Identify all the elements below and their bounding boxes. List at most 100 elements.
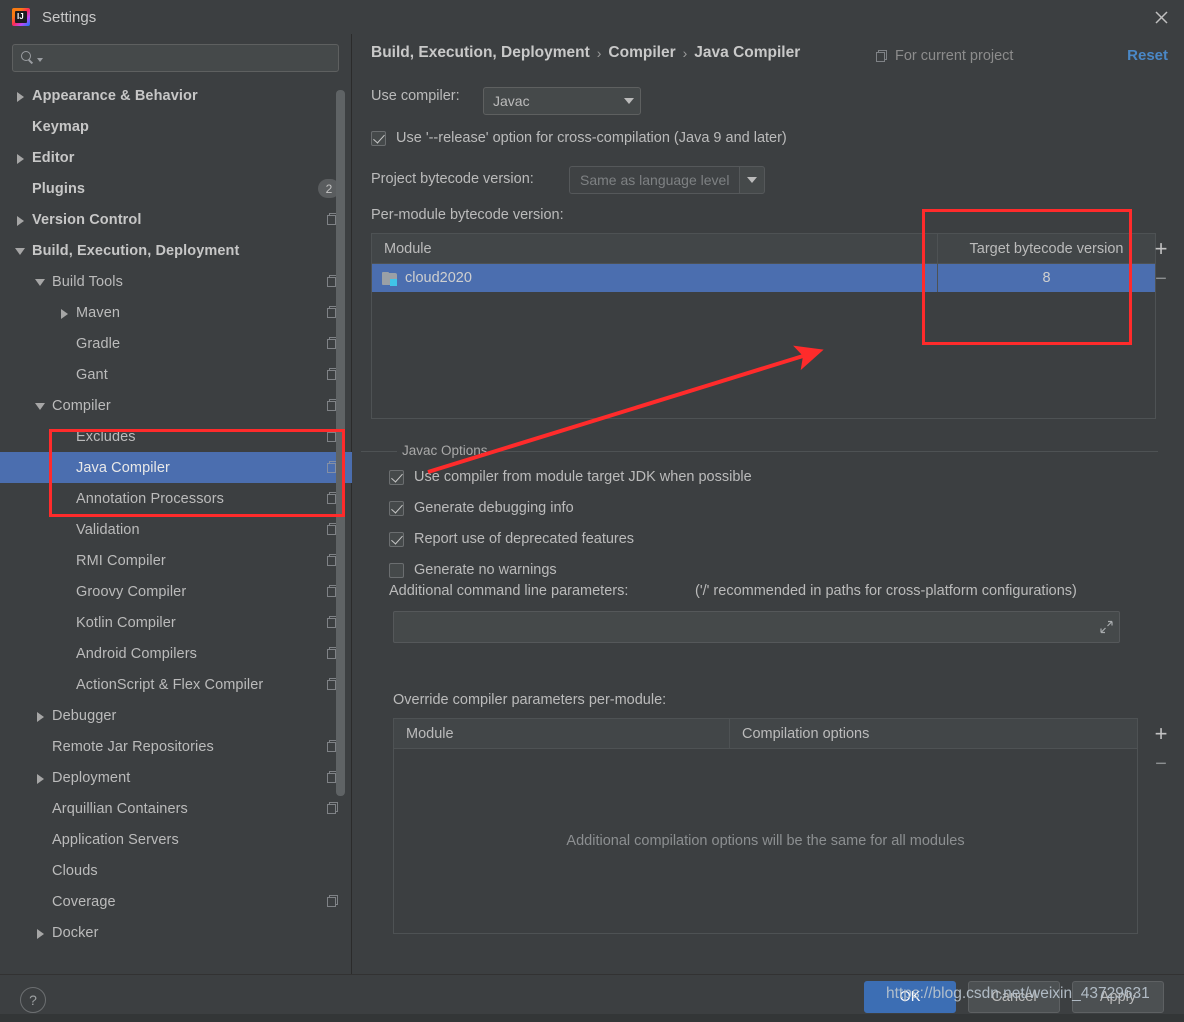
override-table-buttons: + −	[1143, 719, 1179, 779]
per-module-bytecode-table[interactable]: Module Target bytecode version cloud2020…	[371, 233, 1156, 419]
chevron-right-icon[interactable]	[14, 213, 28, 227]
help-button[interactable]: ?	[20, 987, 46, 1013]
sidebar-item-groovy-compiler[interactable]: Groovy Compiler	[0, 576, 352, 607]
table-row[interactable]: cloud2020 8	[372, 264, 1155, 292]
additional-params-label: Additional command line parameters:	[389, 583, 629, 599]
sidebar-item-appearance-behavior[interactable]: Appearance & Behavior	[0, 80, 352, 111]
override-params-table[interactable]: Module Compilation options Additional co…	[393, 718, 1138, 934]
sidebar-item-compiler[interactable]: Compiler	[0, 390, 352, 421]
sidebar-item-application-servers[interactable]: Application Servers	[0, 824, 352, 855]
sidebar-item-label: Build Tools	[52, 273, 123, 290]
sidebar-item-keymap[interactable]: Keymap	[0, 111, 352, 142]
chevron-down-icon[interactable]	[37, 58, 43, 62]
search-input[interactable]	[47, 50, 330, 66]
sidebar-item-kotlin-compiler[interactable]: Kotlin Compiler	[0, 607, 352, 638]
chevron-right-icon[interactable]	[14, 151, 28, 165]
sidebar-item-label: Compiler	[52, 397, 111, 414]
remove-override-button[interactable]: −	[1143, 749, 1179, 779]
sidebar-item-editor[interactable]: Editor	[0, 142, 352, 173]
sidebar-item-version-control[interactable]: Version Control	[0, 204, 352, 235]
sidebar-item-arquillian-containers[interactable]: Arquillian Containers	[0, 793, 352, 824]
sidebar-item-label: Keymap	[32, 118, 90, 135]
javac-option-checkbox-1[interactable]	[389, 500, 404, 516]
breadcrumb-item-1[interactable]: Compiler	[608, 44, 675, 62]
add-override-button[interactable]: +	[1143, 719, 1179, 749]
override-params-label: Override compiler parameters per-module:	[393, 692, 667, 708]
sidebar-item-label: Editor	[32, 149, 75, 166]
sidebar-item-gant[interactable]: Gant	[0, 359, 352, 390]
chevron-right-icon[interactable]	[34, 771, 48, 785]
reset-link[interactable]: Reset	[1127, 47, 1168, 64]
expand-icon[interactable]	[1100, 620, 1113, 634]
javac-option-checkbox-3[interactable]	[389, 562, 404, 578]
copy-icon	[876, 49, 889, 63]
project-bytecode-dropdown[interactable]: Same as language level	[569, 166, 775, 194]
apply-button[interactable]: Apply	[1072, 981, 1164, 1013]
sidebar-item-validation[interactable]: Validation	[0, 514, 352, 545]
sidebar-item-clouds[interactable]: Clouds	[0, 855, 352, 886]
sidebar-item-docker[interactable]: Docker	[0, 917, 352, 948]
release-option-checkbox[interactable]	[371, 130, 386, 146]
sidebar-item-maven[interactable]: Maven	[0, 297, 352, 328]
cell-module-name: cloud2020	[405, 270, 472, 286]
sidebar-item-build-execution-deployment[interactable]: Build, Execution, Deployment	[0, 235, 352, 266]
settings-tree[interactable]: Appearance & Behavior Keymap Editor Plugins…	[0, 80, 352, 974]
close-icon[interactable]	[1138, 0, 1184, 34]
chevron-right-icon[interactable]	[34, 926, 48, 940]
sidebar-item-gradle[interactable]: Gradle	[0, 328, 352, 359]
column-header-module[interactable]: Module	[372, 234, 937, 263]
sidebar-item-plugins[interactable]: Plugins 2	[0, 173, 352, 204]
chevron-down-icon[interactable]	[34, 399, 48, 413]
javac-option-checkbox-0[interactable]	[389, 469, 404, 485]
sidebar-item-excludes[interactable]: Excludes	[0, 421, 352, 452]
use-compiler-row: Use compiler:	[371, 88, 460, 104]
group-divider-right	[493, 451, 1158, 452]
chevron-down-icon[interactable]	[34, 275, 48, 289]
javac-option-row-1[interactable]: Generate debugging info	[389, 500, 574, 516]
use-compiler-value: Javac	[493, 93, 530, 109]
search-field[interactable]	[12, 44, 339, 72]
release-option-checkbox-row[interactable]: Use '--release' option for cross-compila…	[371, 130, 787, 146]
module-table-buttons: + −	[1143, 234, 1179, 294]
sidebar-scrollbar-thumb[interactable]	[336, 90, 345, 796]
chevron-right-icon[interactable]	[14, 89, 28, 103]
desktop-strip	[0, 1014, 1184, 1022]
ok-button[interactable]: OK	[864, 981, 956, 1013]
javac-option-row-0[interactable]: Use compiler from module target JDK when…	[389, 469, 752, 485]
sidebar-item-android-compilers[interactable]: Android Compilers	[0, 638, 352, 669]
column-header-target-bytecode[interactable]: Target bytecode version	[938, 234, 1155, 263]
chevron-right-icon[interactable]	[58, 306, 72, 320]
sidebar-item-java-compiler[interactable]: Java Compiler	[0, 452, 352, 483]
chevron-down-icon[interactable]	[14, 244, 28, 258]
chevron-right-icon[interactable]	[34, 709, 48, 723]
sidebar-item-rmi-compiler[interactable]: RMI Compiler	[0, 545, 352, 576]
sidebar-item-debugger[interactable]: Debugger	[0, 700, 352, 731]
sidebar-item-deployment[interactable]: Deployment	[0, 762, 352, 793]
cancel-button[interactable]: Cancel	[968, 981, 1060, 1013]
sidebar-item-coverage[interactable]: Coverage	[0, 886, 352, 917]
javac-option-checkbox-2[interactable]	[389, 531, 404, 547]
breadcrumb-item-0[interactable]: Build, Execution, Deployment	[371, 44, 590, 62]
remove-module-button[interactable]: −	[1143, 264, 1179, 294]
sidebar-item-remote-jar-repositories[interactable]: Remote Jar Repositories	[0, 731, 352, 762]
cell-target-bytecode[interactable]: 8	[938, 264, 1155, 292]
sidebar-scrollbar-track[interactable]	[336, 90, 345, 830]
use-compiler-dropdown[interactable]: Javac	[483, 87, 641, 115]
javac-option-row-3[interactable]: Generate no warnings	[389, 562, 557, 578]
additional-params-hint-row: ('/' recommended in paths for cross-plat…	[695, 583, 1077, 599]
sidebar-item-actionscript-flex-compiler[interactable]: ActionScript & Flex Compiler	[0, 669, 352, 700]
javac-option-row-2[interactable]: Report use of deprecated features	[389, 531, 634, 547]
sidebar-item-build-tools[interactable]: Build Tools	[0, 266, 352, 297]
use-compiler-label: Use compiler:	[371, 88, 460, 104]
additional-params-input[interactable]	[393, 611, 1120, 643]
column-header-module[interactable]: Module	[394, 719, 729, 748]
column-header-compilation-options[interactable]: Compilation options	[730, 719, 1137, 748]
add-module-button[interactable]: +	[1143, 234, 1179, 264]
project-bytecode-dropdown-button[interactable]	[739, 166, 766, 194]
sidebar-item-annotation-processors[interactable]: Annotation Processors	[0, 483, 352, 514]
breadcrumb-item-2[interactable]: Java Compiler	[694, 44, 800, 62]
chevron-down-icon	[747, 177, 758, 183]
